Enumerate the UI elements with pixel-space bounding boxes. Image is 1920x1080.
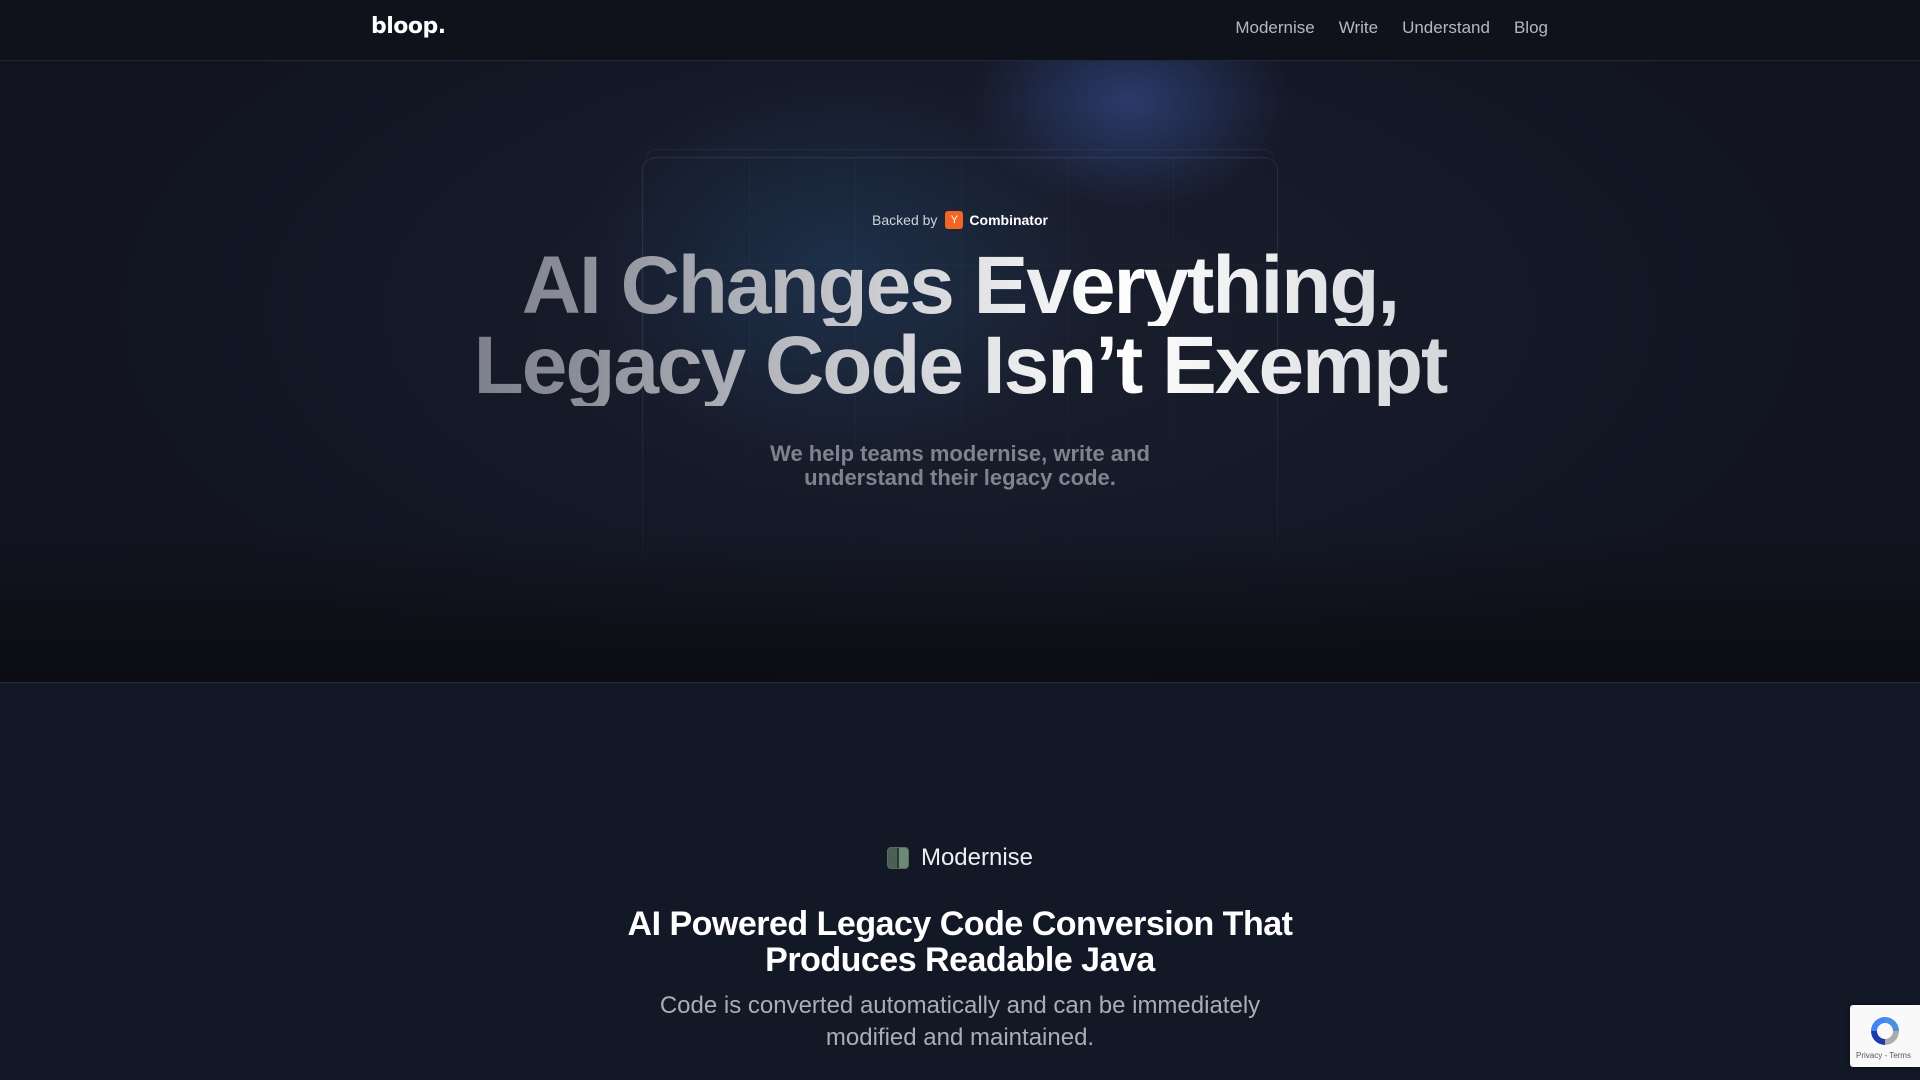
hero-subheading-line-2: understand their legacy code. — [804, 465, 1116, 490]
modernise-section: Modernise AI Powered Legacy Code Convers… — [0, 684, 1920, 1080]
hero-headline-line-2: Legacy Code Isn’t Exempt — [0, 325, 1920, 407]
feature-description-line-2: modified and maintained. — [825, 1024, 1095, 1051]
bloop-logo[interactable]: bloop. — [371, 14, 446, 39]
hero-headline: AI Changes Everything, Legacy Code Isn’t… — [0, 245, 1920, 407]
nav-link-modernise[interactable]: Modernise — [1235, 18, 1314, 38]
hero-headline-line-1: AI Changes Everything, — [0, 245, 1920, 327]
nav-link-understand[interactable]: Understand — [1402, 18, 1490, 38]
nav-link-write[interactable]: Write — [1339, 18, 1378, 38]
feature-label-text: Modernise — [920, 844, 1034, 871]
backed-by-badge: Backed by Y Combinator — [0, 211, 1920, 229]
hero-fade — [0, 532, 1920, 682]
y-combinator-icon: Y — [945, 211, 964, 229]
feature-label: Modernise — [0, 844, 1920, 872]
recaptcha-badge[interactable]: Privacy - Terms — [1850, 1005, 1920, 1067]
nav-link-blog[interactable]: Blog — [1514, 18, 1548, 38]
recaptcha-icon — [1871, 1017, 1899, 1045]
feature-description-line-1: Code is converted automatically and can … — [659, 992, 1261, 1019]
recaptcha-links[interactable]: Privacy - Terms — [1856, 1051, 1911, 1060]
backed-by-label: Backed by — [872, 212, 938, 228]
feature-title-line-2: Produces Readable Java — [765, 941, 1155, 979]
feature-description: Code is converted automatically and can … — [0, 990, 1920, 1054]
feature-title-line-1: AI Powered Legacy Code Conversion That — [627, 905, 1293, 943]
backer-name: Combinator — [969, 212, 1048, 228]
modernise-icon — [886, 847, 909, 869]
top-nav: bloop. Modernise Write Understand Blog — [0, 0, 1920, 61]
hero-subheading: We help teams modernise, write and under… — [0, 442, 1920, 490]
hero-section: Backed by Y Combinator AI Changes Everyt… — [0, 61, 1920, 683]
feature-title: AI Powered Legacy Code Conversion That P… — [0, 906, 1920, 978]
hero-subheading-line-1: We help teams modernise, write and — [770, 441, 1150, 466]
nav-links: Modernise Write Understand Blog — [1235, 18, 1548, 38]
